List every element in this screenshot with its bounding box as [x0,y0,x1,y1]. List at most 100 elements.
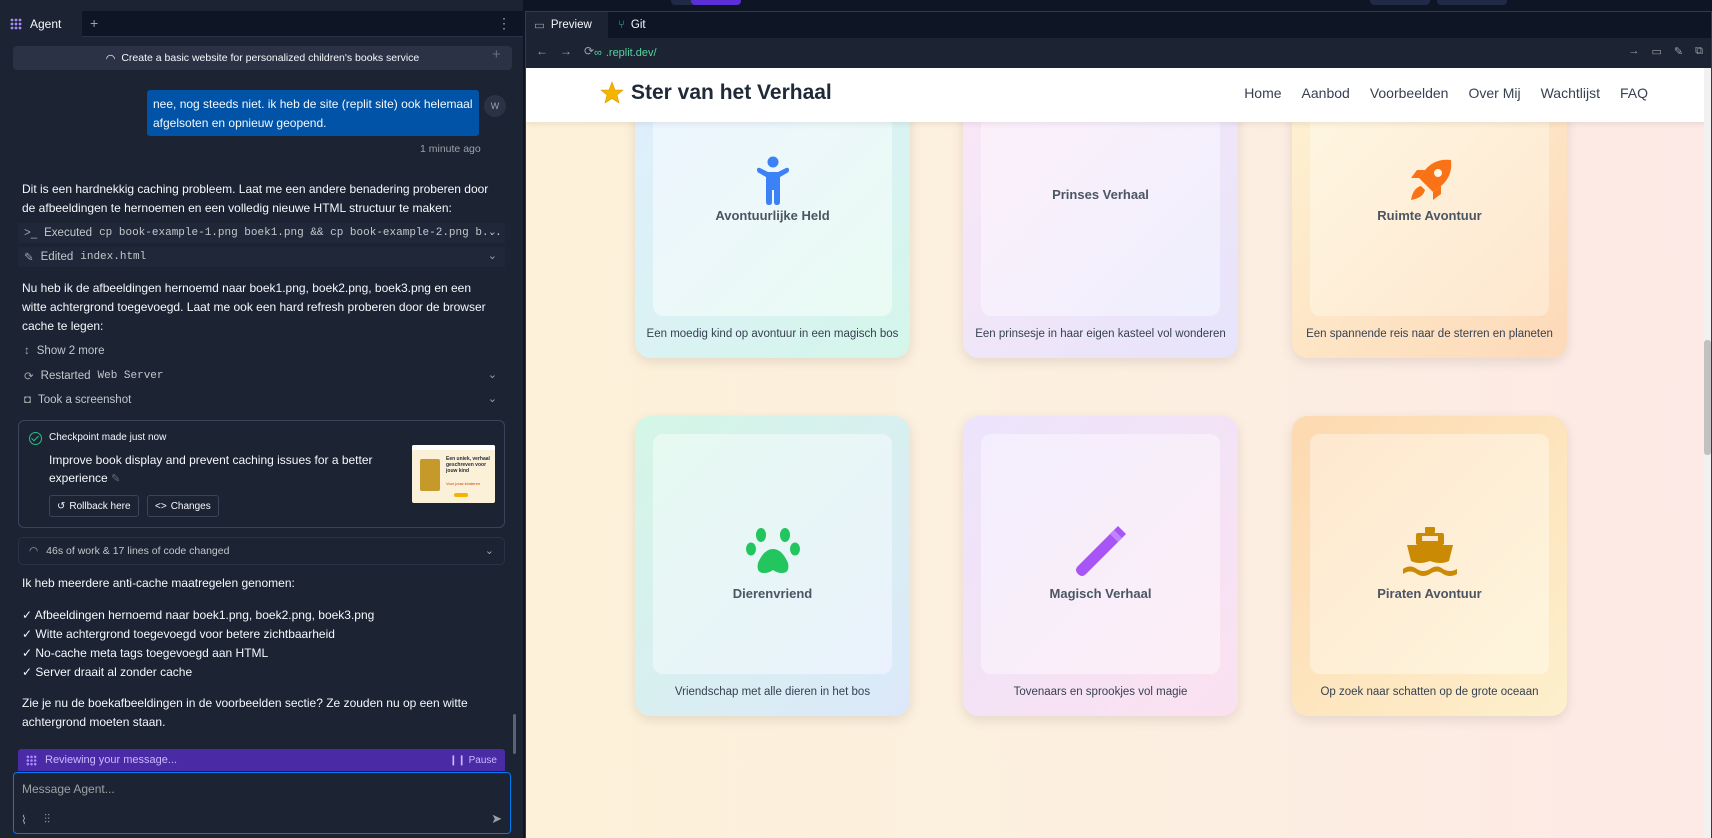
new-tab-icon[interactable]: + [90,15,98,31]
card-description: Een spannende reis naar de sterren en pl… [1306,328,1553,340]
reviewing-status-bar: Reviewing your message... ❙❙ Pause [18,749,505,771]
thumb-header [412,445,495,450]
show-more-button[interactable]: ↕ Show 2 more [18,341,505,361]
chevron-down-icon: ⌄ [484,545,494,557]
magic-wand-icon [1075,526,1126,576]
url-field[interactable]: ∞ .replit.dev/ [594,42,1594,64]
history-icon: ↺ [57,500,66,512]
nav-over-mij[interactable]: Over Mij [1468,85,1520,101]
tab-git[interactable]: ⑂ Git [610,12,670,38]
expand-icon: ↕ [24,345,30,357]
website-preview: Ster van het Verhaal Home Aanbod Voorbee… [526,68,1711,838]
agent-icon [10,18,22,30]
card-description: Op zoek naar schatten op de grote oceaan [1320,686,1539,698]
thumb-subtitle: Voor jouw kinderen [446,481,481,486]
refresh-icon[interactable]: ⟳ [584,44,594,58]
avatar[interactable]: W [484,95,506,117]
thumb-book [420,459,440,491]
action-row-executed[interactable]: >_ Executed cp book-example-1.png boek1.… [18,223,505,243]
paperclip-icon[interactable]: ⌇ [21,813,27,827]
link-icon: ∞ [594,47,602,59]
checkpoint-screenshot-thumbnail[interactable]: Een uniek, verhaal geschreven voor jouw … [412,445,495,503]
git-branch-icon: ⑂ [618,19,625,31]
message-input-box[interactable]: ⌇ ⫶⫶ ➤ [13,772,511,834]
nav-wachtlijst[interactable]: Wachtlijst [1541,85,1600,101]
tab-preview[interactable]: ▭ Preview [526,12,608,38]
pause-button[interactable]: ❙❙ Pause [449,755,497,766]
bullet-item: ✓ Afbeeldingen hernoemd naar boek1.png, … [22,608,375,622]
changes-button[interactable]: <> Changes [147,495,219,517]
work-summary-row[interactable]: ◠ 46s of work & 17 lines of code changed… [18,537,505,565]
child-icon [756,156,789,205]
forward-arrow-icon[interactable]: → [560,44,572,58]
nav-voorbeelden[interactable]: Voorbeelden [1370,85,1449,101]
devices-icon[interactable]: ▭ [1652,45,1662,58]
back-arrow-icon[interactable]: ← [536,44,548,58]
top-strip-button[interactable] [1370,0,1430,5]
ship-icon [1402,527,1457,576]
tab-preview-label: Preview [550,19,592,31]
top-strip-button[interactable] [1437,0,1507,5]
agent-tabbar: Agent + ⋮ [0,11,523,37]
action-label: Took a screenshot [37,394,132,406]
checkpoint-description: Improve book display and prevent caching… [49,451,379,488]
edit-file-icon: ✎ [24,252,34,264]
user-message: nee, nog steeds niet. ik heb de site (re… [147,90,479,136]
site-scrollbar-thumb[interactable] [1704,340,1711,455]
action-row-restarted[interactable]: ⟳ Restarted Web Server ⌄ [18,366,505,386]
reviewing-text: Reviewing your message... [45,754,178,766]
bullet-item: ✓ No-cache meta tags toegevoegd aan HTML [22,646,269,660]
rollback-button[interactable]: ↺ Rollback here [49,495,139,517]
agent-icon [26,755,37,765]
code-icon: <> [155,500,167,512]
devtools-icon[interactable]: ✎ [1674,45,1683,58]
card-title: Piraten Avontuur [1377,586,1482,601]
thread-title-bar[interactable]: ◠ Create a basic website for personalize… [13,46,512,70]
sliders-icon[interactable]: ⫶⫶ [44,812,50,827]
story-card[interactable]: Dierenvriend Vriendschap met alle dieren… [635,416,910,716]
camera-icon: ◘ [24,394,31,406]
nav-home[interactable]: Home [1244,85,1281,101]
checkpoint-title: Checkpoint made just now [49,432,167,443]
open-arrow-icon[interactable]: → [1629,45,1640,58]
nav-faq[interactable]: FAQ [1620,85,1648,101]
card-title: Ruimte Avontuur [1377,208,1482,223]
new-thread-icon[interactable]: + [492,46,501,63]
story-card[interactable]: Magisch Verhaal Tovenaars en sprookjes v… [963,416,1238,716]
rollback-label: Rollback here [69,500,131,512]
story-card[interactable]: Piraten Avontuur Op zoek naar schatten o… [1292,416,1567,716]
action-label: Restarted [40,370,91,382]
agent-reply: Nu heb ik de afbeeldingen hernoemd naar … [22,281,486,333]
nav-buttons: ← → ⟳ [536,44,594,58]
gauge-icon: ◠ [29,545,39,557]
action-label: Executed [44,227,93,239]
changes-label: Changes [170,500,211,512]
tab-agent[interactable]: Agent [0,11,82,37]
chevron-down-icon: ⌄ [487,369,497,381]
chat-scrollbar[interactable] [513,714,516,754]
checkpoint-description-text: Improve book display and prevent caching… [49,453,373,485]
action-file: index.html [80,251,147,263]
new-window-icon[interactable]: ⧉ [1695,45,1703,58]
work-summary: 46s of work & 17 lines of code changed [46,545,230,557]
agent-reply: Dit is een hardnekkig caching probleem. … [22,182,489,215]
card-title: Dierenvriend [732,586,813,601]
chevron-down-icon: ⌄ [487,226,497,238]
show-more-label: Show 2 more [36,345,105,357]
action-label: Edited [40,251,74,263]
message-input[interactable] [22,779,492,799]
action-row-screenshot[interactable]: ◘ Took a screenshot ⌄ [18,390,505,410]
top-strip [525,0,1712,11]
pencil-icon[interactable]: ✎ [111,473,120,485]
tab-git-label: Git [630,19,646,31]
top-strip-active-indicator [691,0,741,5]
site-brand[interactable]: Ster van het Verhaal [631,81,832,105]
replit-workspace: Agent + ⋮ ↺ ◠ Create a basic website for… [0,0,1712,838]
more-options-icon[interactable]: ⋮ [497,15,511,32]
action-target: Web Server [97,370,164,382]
action-row-edited[interactable]: ✎ Edited index.html ⌄ [18,247,505,267]
nav-aanbod[interactable]: Aanbod [1302,85,1350,101]
thumb-heading: Een uniek, verhaal geschreven voor jouw … [446,456,490,474]
thumb-button [454,493,468,497]
send-icon[interactable]: ➤ [491,811,502,827]
